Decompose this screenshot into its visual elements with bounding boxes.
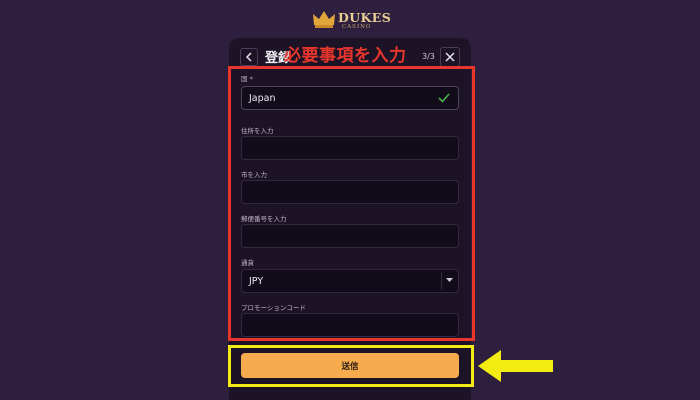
arrow-left-icon (478, 350, 553, 382)
close-button[interactable] (440, 47, 460, 67)
step-indicator: 3/3 (422, 52, 435, 61)
back-button[interactable] (240, 48, 258, 66)
crown-icon (313, 11, 335, 28)
logo-brand-text: DUKES (338, 10, 392, 25)
chevron-left-icon (245, 52, 252, 62)
logo-sub-text: CASINO (342, 24, 372, 30)
annotation-text: 必要事項を入力 (284, 46, 407, 66)
close-icon (445, 52, 455, 62)
highlight-frame-red (228, 66, 475, 341)
dukes-casino-logo: DUKES CASINO (312, 9, 392, 35)
submit-button[interactable]: 送信 (241, 353, 459, 378)
submit-button-label: 送信 (341, 361, 359, 372)
